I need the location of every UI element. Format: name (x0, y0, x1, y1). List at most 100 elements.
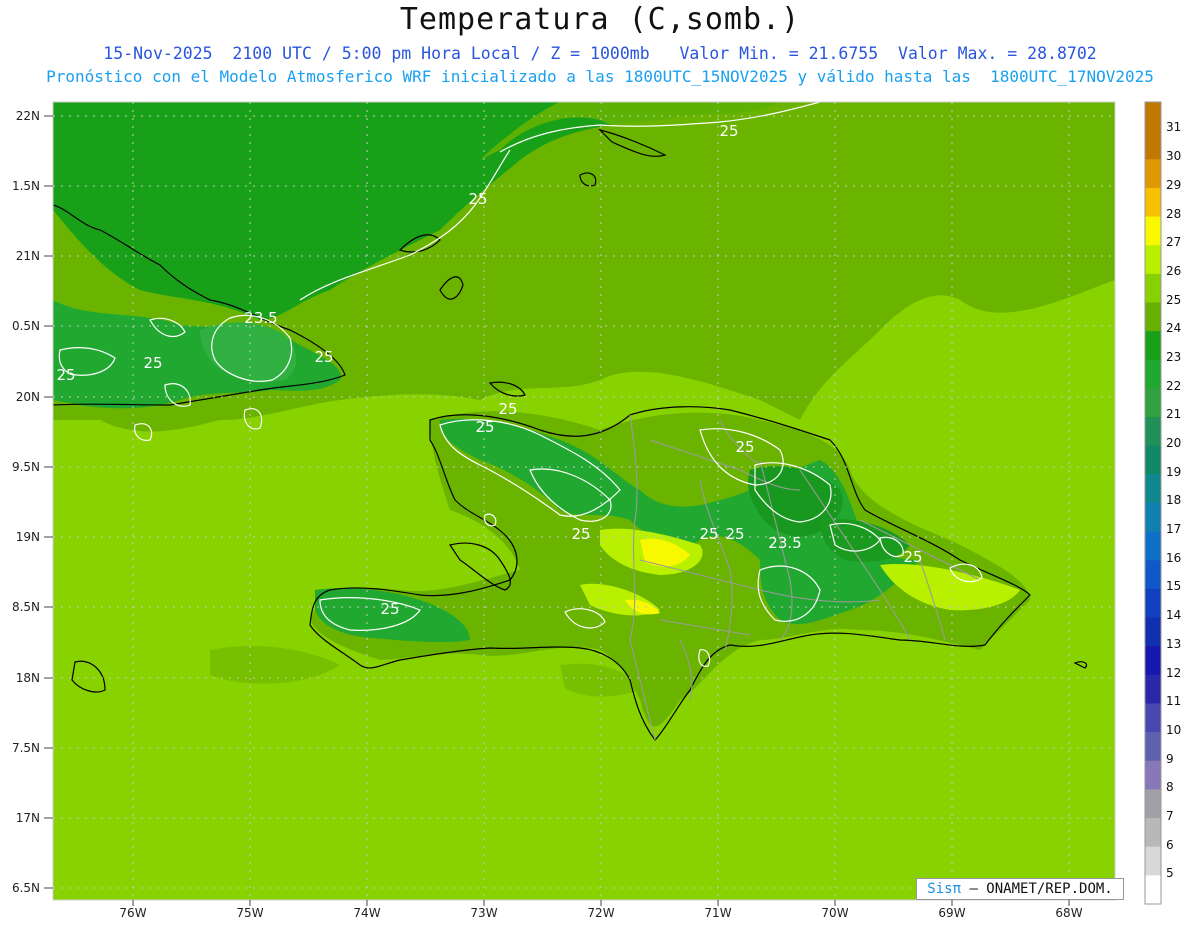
lat-tick-label: 1.5N (12, 179, 40, 193)
colorbar-label: 17 (1166, 522, 1181, 536)
lon-tick-label: 75W (236, 906, 263, 920)
longitude-axis: 76W 75W 74W 73W 72W 71W 70W 69W 68W (119, 906, 1082, 920)
colorbar-swatch (1145, 560, 1161, 590)
lon-tick-label: 68W (1055, 906, 1082, 920)
latitude-axis: 22N 1.5N 21N 0.5N 20N 9.5N 19N 8.5N 18N … (12, 109, 40, 895)
colorbar-swatch (1145, 617, 1161, 647)
colorbar-swatch (1145, 302, 1161, 332)
colorbar-label: 20 (1166, 436, 1181, 450)
colorbar-label: 11 (1166, 694, 1181, 708)
colorbar-swatch (1145, 245, 1161, 275)
contour-label: 25 (498, 400, 517, 418)
lat-tick-label: 19N (16, 530, 40, 544)
contour-label: 25 (468, 190, 487, 208)
colorbar-label: 12 (1166, 666, 1181, 680)
lon-tick-label: 69W (938, 906, 965, 920)
colorbar-swatch (1145, 588, 1161, 619)
lon-tick-label: 71W (704, 906, 731, 920)
lat-tick-label: 8.5N (12, 600, 40, 614)
contour-label: 25 (314, 348, 333, 366)
lon-ticks (132, 900, 1070, 906)
contour-label: 25 (475, 418, 494, 436)
colorbar-swatch (1145, 187, 1161, 218)
contour-label: 25 (143, 354, 162, 372)
colorbar-swatch (1145, 531, 1161, 561)
contour-label: 25 (571, 525, 590, 543)
credit-pi: π (952, 881, 961, 897)
colorbar-swatch (1145, 388, 1161, 418)
colorbar-swatch (1145, 216, 1161, 246)
colorbar-label: 13 (1166, 637, 1181, 651)
lat-tick-label: 20N (16, 390, 40, 404)
contour-label: 23.5 (244, 309, 277, 327)
colorbar-swatch (1145, 732, 1161, 762)
colorbar-label: 22 (1166, 379, 1181, 393)
colorbar-swatch (1145, 445, 1161, 475)
contour-label: 25 (735, 438, 754, 456)
colorbar-swatch (1145, 130, 1161, 160)
colorbar-swatch (1145, 159, 1161, 189)
credit-sis: Sis (927, 881, 953, 897)
lat-tick-label: 9.5N (12, 460, 40, 474)
lat-tick-label: 22N (16, 109, 40, 123)
temperature-map: 25 25 23.5 25 25 25 25 25 25 25 25 25 23… (12, 101, 1181, 920)
colorbar-label: 16 (1166, 551, 1181, 565)
lon-tick-label: 74W (353, 906, 380, 920)
contour-label: 25 (380, 600, 399, 618)
colorbar-swatch (1145, 846, 1161, 876)
colorbar-swatch (1145, 102, 1161, 132)
colorbar-label: 27 (1166, 235, 1181, 249)
colorbar-label: 5 (1166, 866, 1174, 880)
credit-box: Sisπ – ONAMET/REP.DOM. (916, 878, 1124, 900)
colorbar-label: 8 (1166, 780, 1174, 794)
colorbar-swatch (1145, 646, 1161, 676)
colorbar-label: 19 (1166, 465, 1181, 479)
colorbar-label: 6 (1166, 838, 1174, 852)
contour-label: 25 (725, 525, 744, 543)
lat-tick-label: 21N (16, 249, 40, 263)
colorbar-swatch (1145, 273, 1161, 303)
colorbar-label: 7 (1166, 809, 1174, 823)
colorbar: 31 30 29 28 27 26 25 24 23 22 21 20 19 1… (1144, 101, 1181, 905)
lon-tick-label: 70W (821, 906, 848, 920)
colorbar-label: 29 (1166, 178, 1181, 192)
contour-label: 25 (699, 525, 718, 543)
lon-tick-label: 72W (587, 906, 614, 920)
colorbar-label: 23 (1166, 350, 1181, 364)
colorbar-label: 25 (1166, 293, 1181, 307)
colorbar-label: 26 (1166, 264, 1181, 278)
colorbar-label: 9 (1166, 752, 1174, 766)
colorbar-swatch (1145, 503, 1161, 533)
colorbar-swatches (1145, 102, 1161, 905)
colorbar-label: 10 (1166, 723, 1181, 737)
colorbar-label: 21 (1166, 407, 1181, 421)
colorbar-swatch (1145, 474, 1161, 504)
colorbar-label: 15 (1166, 579, 1181, 593)
lat-tick-label: 18N (16, 671, 40, 685)
colorbar-swatch (1145, 417, 1161, 447)
contour-label: 23.5 (768, 534, 801, 552)
lat-ticks (44, 115, 53, 889)
colorbar-label: 14 (1166, 608, 1181, 622)
colorbar-labels: 31 30 29 28 27 26 25 24 23 22 21 20 19 1… (1166, 120, 1181, 880)
colorbar-label: 28 (1166, 207, 1181, 221)
contour-label: 25 (903, 548, 922, 566)
colorbar-swatch (1145, 789, 1161, 819)
lat-tick-label: 17N (16, 811, 40, 825)
colorbar-swatch (1145, 359, 1161, 389)
lat-tick-label: 0.5N (12, 319, 40, 333)
contour-label: 25 (719, 122, 738, 140)
credit-text: – ONAMET/REP.DOM. (969, 881, 1113, 897)
colorbar-label: 18 (1166, 493, 1181, 507)
lat-tick-label: 7.5N (12, 741, 40, 755)
colorbar-swatch (1145, 674, 1161, 704)
colorbar-swatch (1145, 818, 1161, 848)
colorbar-label: 30 (1166, 149, 1181, 163)
colorbar-label: 24 (1166, 321, 1181, 335)
map-plot-area: 25 25 23.5 25 25 25 25 25 25 25 25 25 23… (53, 102, 1115, 900)
colorbar-label: 31 (1166, 120, 1181, 134)
lat-tick-label: 6.5N (12, 881, 40, 895)
colorbar-swatch (1145, 875, 1161, 905)
colorbar-swatch (1145, 331, 1161, 361)
colorbar-swatch (1145, 760, 1161, 790)
